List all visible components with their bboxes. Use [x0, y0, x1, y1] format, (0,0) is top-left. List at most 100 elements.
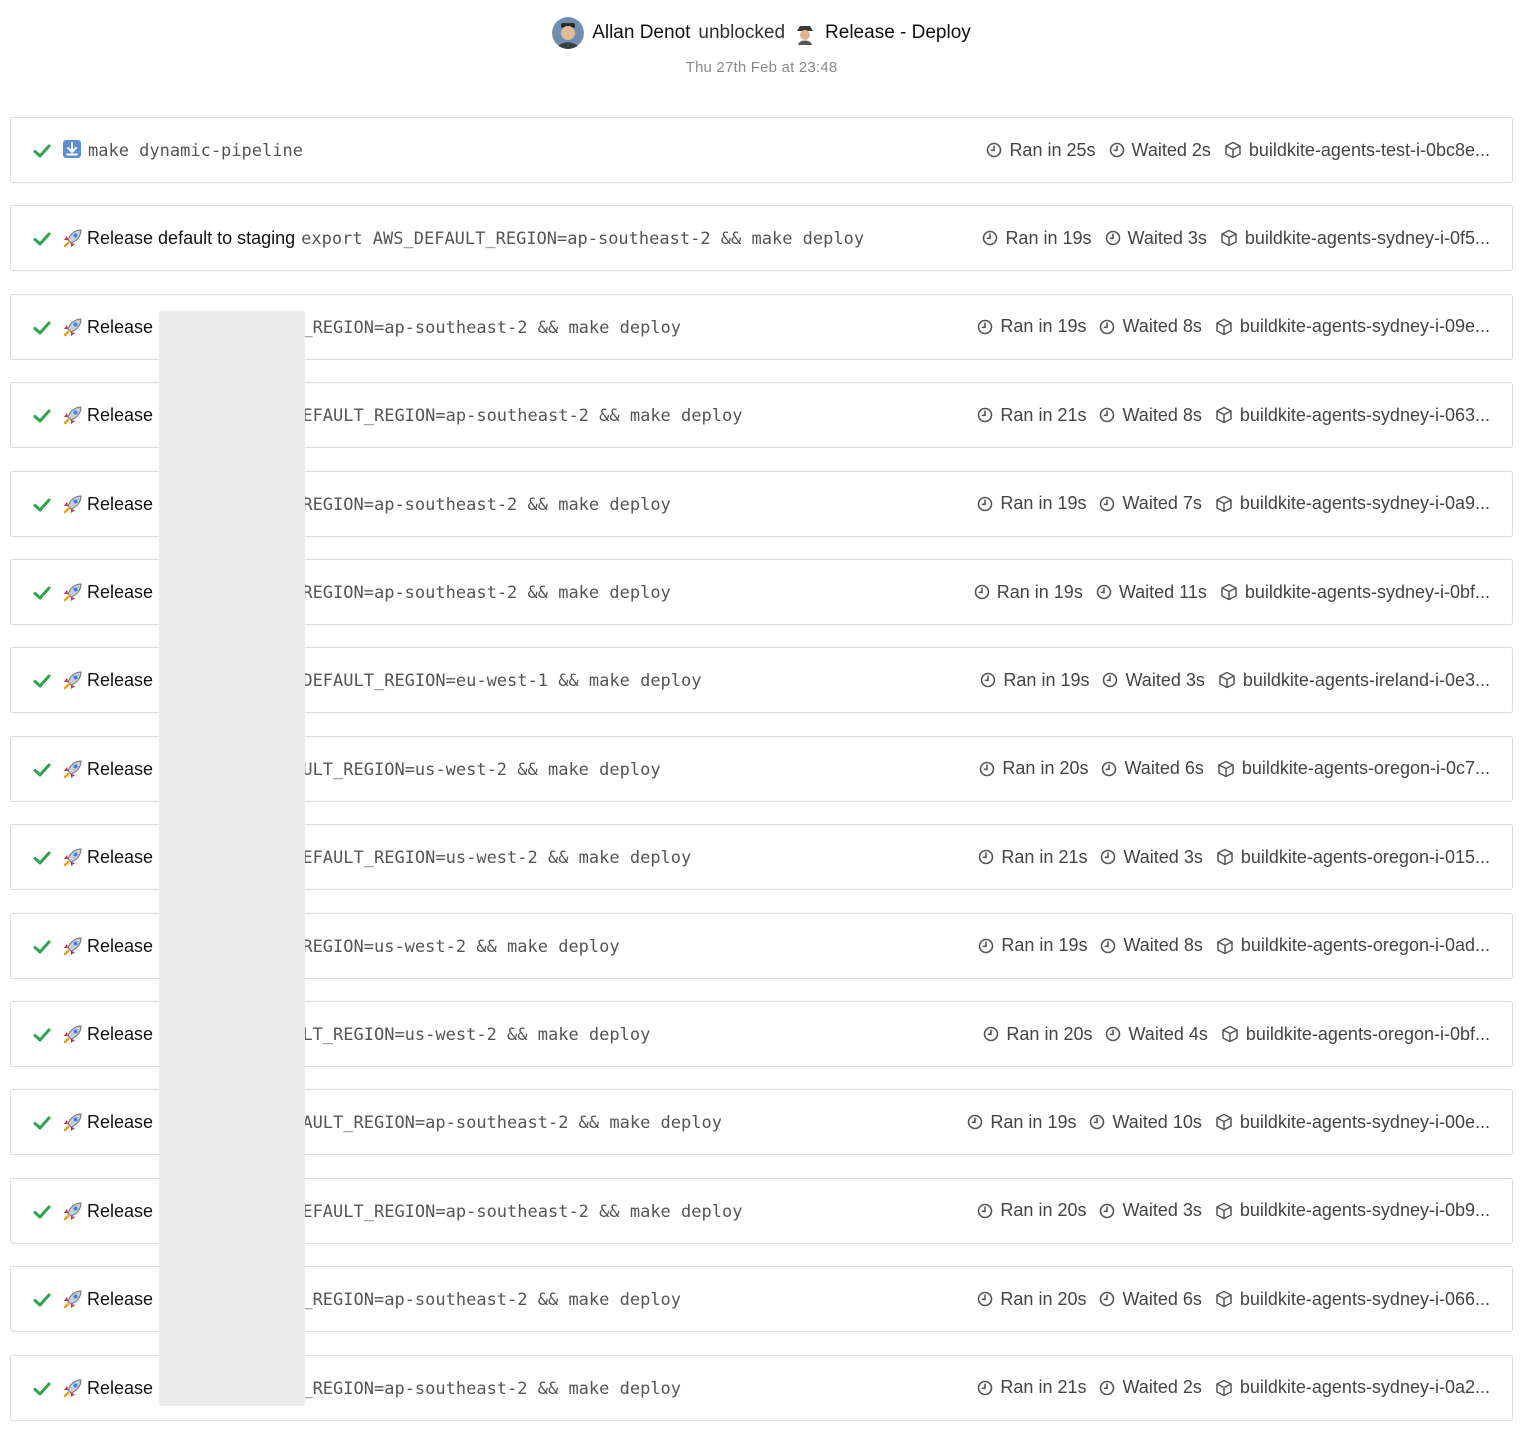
- wait-duration: Waited 2s: [1099, 1377, 1202, 1398]
- agent[interactable]: buildkite-agents-sydney-i-066...: [1215, 1289, 1490, 1310]
- wait-duration: Waited 2s: [1109, 140, 1211, 161]
- ran-duration: Ran in 20s: [979, 758, 1088, 779]
- job-command: make dynamic-pipeline: [88, 141, 303, 161]
- agent-name[interactable]: buildkite-agents-sydney-i-00e...: [1240, 1112, 1490, 1133]
- job-meta: Ran in 25s Waited 2s buildkite-agents-test…: [973, 118, 1490, 182]
- job-meta: Ran in 20s Waited 6s buildkite-agents-oreg…: [966, 737, 1490, 801]
- agent[interactable]: buildkite-agents-sydney-i-09e...: [1215, 316, 1490, 337]
- clock-icon: [1109, 142, 1132, 158]
- agent[interactable]: buildkite-agents-ireland-i-0e3...: [1218, 670, 1490, 691]
- agent-name[interactable]: buildkite-agents-sydney-i-063...: [1240, 405, 1490, 426]
- agent[interactable]: buildkite-agents-oregon-i-015...: [1216, 847, 1490, 868]
- agent-box-icon: [1215, 495, 1240, 513]
- agent[interactable]: buildkite-agents-sydney-i-00e...: [1215, 1112, 1490, 1133]
- agent[interactable]: buildkite-agents-sydney-i-0a9...: [1215, 493, 1490, 514]
- unblock-event-line: Allan Denot unblocked Release - Deploy: [552, 16, 971, 50]
- ran-duration: Ran in 21s: [977, 405, 1086, 426]
- ran-duration-text: Ran in 20s: [1002, 758, 1089, 779]
- avatar[interactable]: [552, 17, 585, 49]
- agent[interactable]: buildkite-agents-sydney-i-0b9...: [1215, 1200, 1490, 1221]
- wait-duration-text: Waited 8s: [1122, 316, 1202, 337]
- agent-name[interactable]: buildkite-agents-sydney-i-0f5...: [1245, 228, 1490, 249]
- job-label: Release: [87, 1289, 154, 1310]
- clock-icon: [978, 938, 1001, 954]
- job-meta: Ran in 20s Waited 3s buildkite-agents-sydn…: [964, 1179, 1490, 1243]
- unblock-event-header: Allan Denot unblocked Release - Deploy T…: [0, 16, 1523, 76]
- ran-duration-text: Ran in 21s: [1000, 404, 1087, 425]
- clock-icon: [977, 407, 1000, 423]
- agent[interactable]: buildkite-agents-sydney-i-0f5...: [1220, 228, 1490, 249]
- agent-name[interactable]: buildkite-agents-oregon-i-0c7...: [1242, 758, 1490, 779]
- wait-duration: Waited 11s: [1096, 582, 1207, 603]
- agent-name[interactable]: buildkite-agents-ireland-i-0e3...: [1243, 670, 1490, 691]
- passed-check-icon: [32, 229, 52, 249]
- agent-name[interactable]: buildkite-agents-test-i-0bc8e...: [1249, 140, 1490, 161]
- rocket-emoji-icon: [62, 846, 84, 868]
- agent-box-icon: [1215, 1202, 1240, 1220]
- job-label: Release: [87, 935, 154, 956]
- agent[interactable]: buildkite-agents-sydney-i-063...: [1215, 405, 1490, 426]
- job-label: Release: [87, 493, 154, 514]
- passed-check-icon: [32, 760, 52, 780]
- passed-check-icon: [32, 141, 52, 161]
- agent-name[interactable]: buildkite-agents-sydney-i-0b9...: [1240, 1200, 1490, 1221]
- ran-duration: Ran in 21s: [978, 847, 1087, 868]
- job-title: Release default to staging export AWS_DEF…: [87, 206, 864, 270]
- agent[interactable]: buildkite-agents-oregon-i-0bf...: [1221, 1024, 1490, 1045]
- job-label: Release: [87, 582, 154, 602]
- passed-check-icon: [32, 937, 52, 957]
- ran-duration: Ran in 19s: [977, 316, 1086, 337]
- rocket-emoji-icon: [62, 493, 84, 515]
- passed-check-icon: [32, 1202, 52, 1222]
- actor-name[interactable]: Allan Denot: [592, 16, 690, 50]
- event-verb: unblocked: [698, 22, 786, 43]
- passed-check-icon: [32, 671, 52, 691]
- agent[interactable]: buildkite-agents-oregon-i-0c7...: [1217, 758, 1490, 779]
- agent-name[interactable]: buildkite-agents-oregon-i-0ad...: [1241, 935, 1490, 956]
- agent-box-icon: [1216, 848, 1241, 866]
- agent-name[interactable]: buildkite-agents-sydney-i-09e...: [1240, 316, 1490, 337]
- agent[interactable]: buildkite-agents-test-i-0bc8e...: [1224, 140, 1490, 161]
- event-timestamp: Thu 27th Feb at 23:48: [685, 59, 838, 76]
- clock-icon: [979, 761, 1002, 777]
- clock-icon: [1105, 1026, 1128, 1042]
- wait-duration-text: Waited 3s: [1127, 227, 1207, 248]
- agent-name[interactable]: buildkite-agents-sydney-i-0a9...: [1240, 493, 1490, 514]
- clock-icon: [974, 584, 997, 600]
- wait-duration: Waited 7s: [1099, 493, 1202, 514]
- passed-check-icon: [32, 406, 52, 426]
- wait-duration: Waited 3s: [1099, 1200, 1202, 1221]
- clock-icon: [967, 1114, 990, 1130]
- agent-name[interactable]: buildkite-agents-sydney-i-0a2...: [1240, 1377, 1490, 1398]
- job-row[interactable]: Release default to staging export AWS_DEF…: [10, 205, 1513, 272]
- clock-icon: [1099, 319, 1122, 335]
- job-label: Release default to staging: [87, 228, 296, 249]
- agent[interactable]: buildkite-agents-sydney-i-0bf...: [1220, 582, 1490, 603]
- wait-duration: Waited 6s: [1101, 758, 1204, 779]
- wait-duration-text: Waited 6s: [1124, 758, 1204, 779]
- wait-duration: Waited 8s: [1099, 405, 1202, 426]
- clock-icon: [1099, 407, 1122, 423]
- passed-check-icon: [32, 848, 52, 868]
- ran-duration-text: Ran in 20s: [1000, 1200, 1087, 1221]
- agent-box-icon: [1220, 229, 1245, 247]
- agent-name[interactable]: buildkite-agents-sydney-i-0bf...: [1245, 582, 1490, 603]
- rocket-emoji-icon: [62, 316, 84, 338]
- pipeline-name[interactable]: Release - Deploy: [825, 16, 971, 50]
- agent-name[interactable]: buildkite-agents-oregon-i-015...: [1241, 847, 1490, 868]
- job-command: export AWS_DEFAULT_REGION=ap-southeast-2…: [301, 229, 865, 250]
- ran-duration-text: Ran in 19s: [990, 1111, 1077, 1132]
- agent-box-icon: [1215, 1290, 1240, 1308]
- job-meta: Ran in 20s Waited 4s buildkite-agents-oreg…: [970, 1002, 1490, 1066]
- wait-duration-text: Waited 7s: [1122, 493, 1202, 514]
- job-label: Release: [87, 670, 154, 691]
- agent-box-icon: [1215, 1113, 1240, 1131]
- job-meta: Ran in 20s Waited 6s buildkite-agents-sydn…: [964, 1267, 1490, 1331]
- clock-icon: [977, 1380, 1000, 1396]
- agent[interactable]: buildkite-agents-oregon-i-0ad...: [1216, 935, 1490, 956]
- agent[interactable]: buildkite-agents-sydney-i-0a2...: [1215, 1377, 1490, 1398]
- clock-icon: [1099, 496, 1122, 512]
- agent-name[interactable]: buildkite-agents-sydney-i-066...: [1240, 1289, 1490, 1310]
- agent-name[interactable]: buildkite-agents-oregon-i-0bf...: [1246, 1024, 1490, 1045]
- job-row[interactable]: make dynamic-pipeline Ran in 25s Waited 2s…: [10, 117, 1513, 183]
